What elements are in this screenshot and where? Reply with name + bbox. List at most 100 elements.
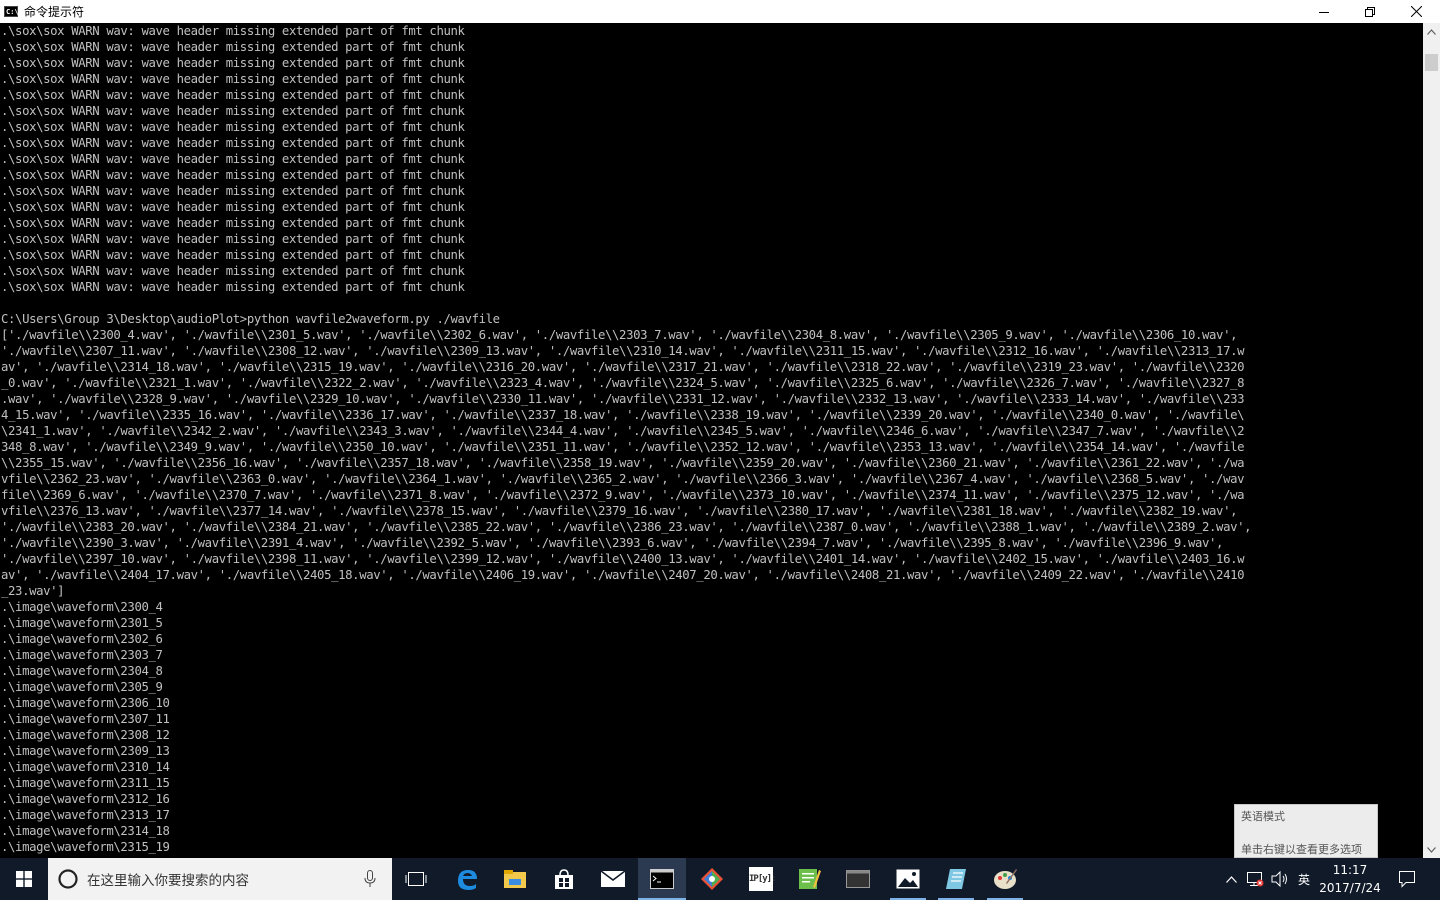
- volume-button[interactable]: [1269, 858, 1291, 900]
- console-line: .\sox\sox WARN wav: wave header missing …: [1, 40, 465, 54]
- console-line: .\sox\sox WARN wav: wave header missing …: [1, 232, 465, 246]
- console-line: .\image\waveform\2305_9: [1, 680, 163, 694]
- action-center-button[interactable]: [1392, 858, 1422, 900]
- clock[interactable]: 11:17 2017/7/24: [1316, 858, 1384, 900]
- console-line: av', './wavfile\\2404_17.wav', './wavfil…: [1, 568, 1245, 582]
- minimize-button[interactable]: [1301, 0, 1347, 23]
- console-line: .\sox\sox WARN wav: wave header missing …: [1, 280, 465, 294]
- console-line: .\image\waveform\2314_18: [1, 824, 170, 838]
- console-line: \2341_1.wav', './wavfile\\2342_2.wav', '…: [1, 424, 1245, 438]
- scroll-thumb[interactable]: [1425, 54, 1438, 71]
- search-placeholder: 在这里输入你要搜索的内容: [87, 873, 249, 889]
- console-line: .\sox\sox WARN wav: wave header missing …: [1, 216, 465, 230]
- network-disconnected-icon: [1247, 872, 1264, 887]
- vertical-scrollbar[interactable]: [1423, 23, 1440, 858]
- clock-date: 2017/7/24: [1319, 881, 1381, 895]
- console-line: 4_15.wav', './wavfile\\2335_16.wav', './…: [1, 408, 1245, 422]
- console-line: .\image\waveform\2310_14: [1, 760, 170, 774]
- paint-icon: [994, 869, 1017, 889]
- restore-icon: [1365, 6, 1375, 17]
- taskbar-ipython[interactable]: IP[y]:: [737, 858, 785, 900]
- taskbar-edge[interactable]: [443, 858, 491, 900]
- console-line: vfile\\2362_23.wav', './wavfile\\2363_0.…: [1, 472, 1245, 486]
- console-line: .\sox\sox WARN wav: wave header missing …: [1, 56, 465, 70]
- taskbar-file-explorer[interactable]: [491, 858, 539, 900]
- console-line: .\image\waveform\2313_17: [1, 808, 170, 822]
- close-button[interactable]: [1393, 0, 1439, 23]
- taskbar-photos[interactable]: [884, 858, 932, 900]
- chevron-down-icon: [1427, 846, 1436, 853]
- file-explorer-icon: [504, 870, 526, 888]
- chevron-up-icon: [1225, 875, 1237, 883]
- title-bar[interactable]: C:\ 命令提示符: [0, 0, 1440, 23]
- minimize-icon: [1319, 11, 1329, 13]
- console-line: .\sox\sox WARN wav: wave header missing …: [1, 152, 465, 166]
- console-line: .\image\waveform\2303_7: [1, 648, 163, 662]
- console-line: _23.wav']: [1, 584, 65, 598]
- console-line: .\image\waveform\2307_11: [1, 712, 170, 726]
- console-line: .\image\waveform\2311_15: [1, 776, 170, 790]
- task-view-button[interactable]: [392, 858, 440, 900]
- taskbar-editor[interactable]: [785, 858, 833, 900]
- edge-icon: [458, 870, 477, 890]
- task-view-icon: [405, 872, 427, 886]
- taskbar-git[interactable]: [688, 858, 736, 900]
- photos-icon: [896, 869, 920, 889]
- window-title: 命令提示符: [24, 5, 85, 19]
- taskbar-paint[interactable]: [981, 858, 1029, 900]
- command-prompt-app-icon: C:\: [4, 6, 19, 17]
- console-output[interactable]: .\sox\sox WARN wav: wave header missing …: [0, 23, 1423, 858]
- scroll-up-button[interactable]: [1423, 23, 1440, 40]
- console-line: .\sox\sox WARN wav: wave header missing …: [1, 72, 465, 86]
- taskbar: 在这里输入你要搜索的内容 IP[y]: 英 11:17 2017/7/24: [0, 858, 1440, 900]
- ime-tooltip-hint: 单击右键以查看更多选项: [1241, 843, 1362, 856]
- taskbar-terminal[interactable]: [834, 858, 882, 900]
- ime-tooltip-title: 英语模式: [1241, 810, 1285, 823]
- editor-icon: [799, 869, 821, 889]
- console-line: .\image\waveform\2304_8: [1, 664, 163, 678]
- windows-logo-icon: [16, 871, 32, 887]
- console-line: .\sox\sox WARN wav: wave header missing …: [1, 184, 465, 198]
- console-line: './wavfile\\2390_3.wav', './wavfile\\239…: [1, 536, 1224, 550]
- start-button[interactable]: [0, 858, 48, 900]
- taskbar-mail[interactable]: [589, 858, 637, 900]
- taskbar-search-box[interactable]: 在这里输入你要搜索的内容: [48, 858, 392, 900]
- mail-icon: [600, 870, 626, 887]
- console-line: .\image\waveform\2306_10: [1, 696, 170, 710]
- console-line: vfile\\2376_13.wav', './wavfile\\2377_14…: [1, 504, 1238, 518]
- terminal-icon: [846, 870, 870, 888]
- console-line: './wavfile\\2397_10.wav', './wavfile\\23…: [1, 552, 1245, 566]
- console-line: .\image\waveform\2315_19: [1, 840, 170, 854]
- taskbar-notepad[interactable]: [932, 858, 980, 900]
- chevron-up-icon: [1427, 28, 1436, 35]
- microphone-icon[interactable]: [364, 870, 376, 888]
- restore-button[interactable]: [1347, 0, 1393, 23]
- taskbar-store[interactable]: [540, 858, 588, 900]
- console-line: .\sox\sox WARN wav: wave header missing …: [1, 104, 465, 118]
- console-text: .\sox\sox WARN wav: wave header missing …: [0, 23, 1423, 855]
- console-line: _0.wav', './wavfile\\2321_1.wav', './wav…: [1, 376, 1245, 390]
- notepad-icon: [946, 869, 966, 889]
- taskbar-command-prompt[interactable]: [638, 858, 686, 900]
- console-line: .\sox\sox WARN wav: wave header missing …: [1, 24, 465, 38]
- scroll-down-button[interactable]: [1423, 841, 1440, 858]
- console-line: 348_8.wav', './wavfile\\2349_9.wav', './…: [1, 440, 1245, 454]
- console-line: .\sox\sox WARN wav: wave header missing …: [1, 168, 465, 182]
- console-line: .\sox\sox WARN wav: wave header missing …: [1, 120, 465, 134]
- store-icon: [555, 869, 573, 889]
- console-line: .\sox\sox WARN wav: wave header missing …: [1, 200, 465, 214]
- console-line: .\image\waveform\2302_6: [1, 632, 163, 646]
- command-prompt-icon: [650, 869, 674, 889]
- ime-mode-tooltip: 英语模式 单击右键以查看更多选项: [1234, 804, 1378, 858]
- console-line: .\image\waveform\2312_16: [1, 792, 170, 806]
- notification-icon: [1399, 871, 1415, 888]
- clock-time: 11:17: [1332, 863, 1368, 877]
- network-button[interactable]: [1244, 858, 1266, 900]
- console-line: .\image\waveform\2300_4: [1, 600, 163, 614]
- console-line: av', './wavfile\\2314_18.wav', './wavfil…: [1, 360, 1245, 374]
- console-line: .\image\waveform\2301_5: [1, 616, 163, 630]
- console-line: .\sox\sox WARN wav: wave header missing …: [1, 88, 465, 102]
- show-hidden-icons-button[interactable]: [1222, 858, 1240, 900]
- ime-mode-indicator[interactable]: 英: [1294, 858, 1314, 900]
